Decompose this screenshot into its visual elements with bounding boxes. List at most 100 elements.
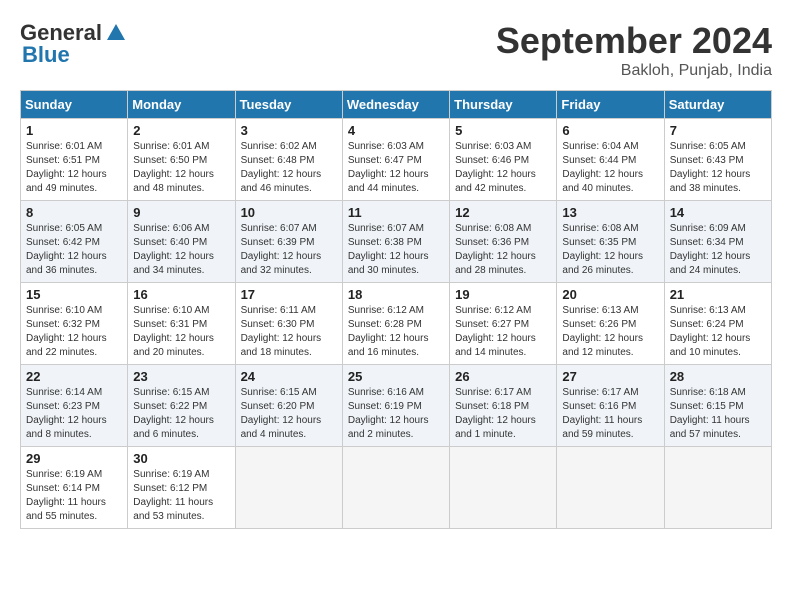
day-number: 30 (133, 451, 229, 466)
cell-content: Sunrise: 6:13 AMSunset: 6:24 PMDaylight:… (670, 304, 766, 360)
calendar-cell: 13 Sunrise: 6:08 AMSunset: 6:35 PMDayligh… (557, 201, 664, 283)
day-number: 8 (26, 205, 122, 220)
day-number: 28 (670, 369, 766, 384)
cell-content: Sunrise: 6:17 AMSunset: 6:18 PMDaylight:… (455, 386, 551, 442)
calendar-cell: 17 Sunrise: 6:11 AMSunset: 6:30 PMDayligh… (235, 283, 342, 365)
cell-content: Sunrise: 6:06 AMSunset: 6:40 PMDaylight:… (133, 222, 229, 278)
calendar-cell: 7 Sunrise: 6:05 AMSunset: 6:43 PMDaylight… (664, 119, 771, 201)
header-cell-monday: Monday (128, 91, 235, 119)
header-cell-wednesday: Wednesday (342, 91, 449, 119)
calendar-week-row: 22 Sunrise: 6:14 AMSunset: 6:23 PMDayligh… (21, 365, 772, 447)
cell-content: Sunrise: 6:12 AMSunset: 6:27 PMDaylight:… (455, 304, 551, 360)
calendar-cell: 25Sunrise: 6:16 AMSunset: 6:19 PMDayligh… (342, 365, 449, 447)
page-header: General Blue September 2024 Bakloh, Punj… (20, 20, 772, 80)
day-number: 14 (670, 205, 766, 220)
calendar-cell (235, 447, 342, 529)
title-block: September 2024 Bakloh, Punjab, India (496, 20, 772, 80)
cell-content: Sunrise: 6:02 AMSunset: 6:48 PMDaylight:… (241, 140, 337, 196)
cell-content: Sunrise: 6:05 AMSunset: 6:42 PMDaylight:… (26, 222, 122, 278)
calendar-cell: 21 Sunrise: 6:13 AMSunset: 6:24 PMDayligh… (664, 283, 771, 365)
calendar-cell: 30 Sunrise: 6:19 AMSunset: 6:12 PMDayligh… (128, 447, 235, 529)
day-number: 19 (455, 287, 551, 302)
calendar-cell: 18 Sunrise: 6:12 AMSunset: 6:28 PMDayligh… (342, 283, 449, 365)
cell-content: Sunrise: 6:07 AMSunset: 6:39 PMDaylight:… (241, 222, 337, 278)
cell-content: Sunrise: 6:08 AMSunset: 6:35 PMDaylight:… (562, 222, 658, 278)
cell-content: Sunrise: 6:11 AMSunset: 6:30 PMDaylight:… (241, 304, 337, 360)
calendar-week-row: 29 Sunrise: 6:19 AMSunset: 6:14 PMDayligh… (21, 447, 772, 529)
calendar-cell: 20 Sunrise: 6:13 AMSunset: 6:26 PMDayligh… (557, 283, 664, 365)
cell-content: Sunrise: 6:18 AMSunset: 6:15 PMDaylight:… (670, 386, 766, 442)
day-number: 3 (241, 123, 337, 138)
calendar-cell: 16 Sunrise: 6:10 AMSunset: 6:31 PMDayligh… (128, 283, 235, 365)
header-cell-tuesday: Tuesday (235, 91, 342, 119)
cell-content: Sunrise: 6:15 AMSunset: 6:22 PMDaylight:… (133, 386, 229, 442)
header-row: SundayMondayTuesdayWednesdayThursdayFrid… (21, 91, 772, 119)
day-number: 2 (133, 123, 229, 138)
calendar-cell: 12Sunrise: 6:08 AMSunset: 6:36 PMDayligh… (450, 201, 557, 283)
calendar-cell: 29 Sunrise: 6:19 AMSunset: 6:14 PMDayligh… (21, 447, 128, 529)
cell-content: Sunrise: 6:15 AMSunset: 6:20 PMDaylight:… (241, 386, 337, 442)
calendar-cell: 9 Sunrise: 6:06 AMSunset: 6:40 PMDaylight… (128, 201, 235, 283)
logo-blue: Blue (22, 42, 70, 68)
calendar-cell: 27 Sunrise: 6:17 AMSunset: 6:16 PMDayligh… (557, 365, 664, 447)
day-number: 13 (562, 205, 658, 220)
day-number: 20 (562, 287, 658, 302)
day-number: 1 (26, 123, 122, 138)
cell-content: Sunrise: 6:19 AMSunset: 6:12 PMDaylight:… (133, 468, 229, 524)
calendar-table: SundayMondayTuesdayWednesdayThursdayFrid… (20, 90, 772, 529)
day-number: 24 (241, 369, 337, 384)
calendar-cell: 5Sunrise: 6:03 AMSunset: 6:46 PMDaylight… (450, 119, 557, 201)
day-number: 17 (241, 287, 337, 302)
day-number: 18 (348, 287, 444, 302)
day-number: 15 (26, 287, 122, 302)
day-number: 21 (670, 287, 766, 302)
cell-content: Sunrise: 6:19 AMSunset: 6:14 PMDaylight:… (26, 468, 122, 524)
cell-content: Sunrise: 6:05 AMSunset: 6:43 PMDaylight:… (670, 140, 766, 196)
cell-content: Sunrise: 6:14 AMSunset: 6:23 PMDaylight:… (26, 386, 122, 442)
day-number: 27 (562, 369, 658, 384)
calendar-cell: 22 Sunrise: 6:14 AMSunset: 6:23 PMDayligh… (21, 365, 128, 447)
day-number: 9 (133, 205, 229, 220)
day-number: 4 (348, 123, 444, 138)
cell-content: Sunrise: 6:16 AMSunset: 6:19 PMDaylight:… (348, 386, 444, 442)
calendar-cell: 11Sunrise: 6:07 AMSunset: 6:38 PMDayligh… (342, 201, 449, 283)
cell-content: Sunrise: 6:12 AMSunset: 6:28 PMDaylight:… (348, 304, 444, 360)
calendar-cell: 8 Sunrise: 6:05 AMSunset: 6:42 PMDaylight… (21, 201, 128, 283)
day-number: 12 (455, 205, 551, 220)
calendar-cell: 23 Sunrise: 6:15 AMSunset: 6:22 PMDayligh… (128, 365, 235, 447)
calendar-cell: 10 Sunrise: 6:07 AMSunset: 6:39 PMDayligh… (235, 201, 342, 283)
day-number: 23 (133, 369, 229, 384)
calendar-cell: 4Sunrise: 6:03 AMSunset: 6:47 PMDaylight… (342, 119, 449, 201)
calendar-cell: 14 Sunrise: 6:09 AMSunset: 6:34 PMDayligh… (664, 201, 771, 283)
cell-content: Sunrise: 6:09 AMSunset: 6:34 PMDaylight:… (670, 222, 766, 278)
logo: General Blue (20, 20, 128, 68)
cell-content: Sunrise: 6:01 AMSunset: 6:50 PMDaylight:… (133, 140, 229, 196)
cell-content: Sunrise: 6:10 AMSunset: 6:32 PMDaylight:… (26, 304, 122, 360)
logo-icon (105, 22, 127, 44)
calendar-week-row: 1 Sunrise: 6:01 AMSunset: 6:51 PMDaylight… (21, 119, 772, 201)
calendar-cell: 3 Sunrise: 6:02 AMSunset: 6:48 PMDaylight… (235, 119, 342, 201)
day-number: 29 (26, 451, 122, 466)
location: Bakloh, Punjab, India (496, 62, 772, 80)
calendar-cell: 6Sunrise: 6:04 AMSunset: 6:44 PMDaylight… (557, 119, 664, 201)
header-cell-saturday: Saturday (664, 91, 771, 119)
calendar-cell: 19 Sunrise: 6:12 AMSunset: 6:27 PMDayligh… (450, 283, 557, 365)
calendar-cell (557, 447, 664, 529)
cell-content: Sunrise: 6:10 AMSunset: 6:31 PMDaylight:… (133, 304, 229, 360)
day-number: 7 (670, 123, 766, 138)
calendar-cell: 26 Sunrise: 6:17 AMSunset: 6:18 PMDayligh… (450, 365, 557, 447)
header-cell-friday: Friday (557, 91, 664, 119)
day-number: 6 (562, 123, 658, 138)
day-number: 22 (26, 369, 122, 384)
day-number: 16 (133, 287, 229, 302)
calendar-cell (342, 447, 449, 529)
calendar-cell: 15 Sunrise: 6:10 AMSunset: 6:32 PMDayligh… (21, 283, 128, 365)
header-cell-sunday: Sunday (21, 91, 128, 119)
day-number: 26 (455, 369, 551, 384)
calendar-cell: 2 Sunrise: 6:01 AMSunset: 6:50 PMDaylight… (128, 119, 235, 201)
cell-content: Sunrise: 6:01 AMSunset: 6:51 PMDaylight:… (26, 140, 122, 196)
day-number: 10 (241, 205, 337, 220)
cell-content: Sunrise: 6:13 AMSunset: 6:26 PMDaylight:… (562, 304, 658, 360)
calendar-cell: 24 Sunrise: 6:15 AMSunset: 6:20 PMDayligh… (235, 365, 342, 447)
cell-content: Sunrise: 6:17 AMSunset: 6:16 PMDaylight:… (562, 386, 658, 442)
